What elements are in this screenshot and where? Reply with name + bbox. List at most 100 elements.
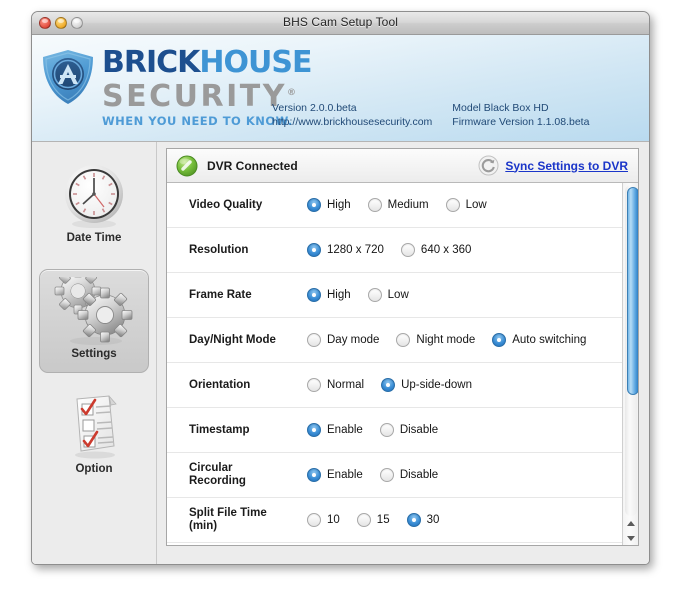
registered-mark: ® — [286, 88, 296, 98]
radio-button[interactable] — [307, 288, 321, 302]
radio-option[interactable]: Disable — [379, 423, 439, 437]
radio-button[interactable] — [356, 513, 371, 527]
scrollbar-track[interactable] — [625, 185, 638, 516]
settings-row-label: Day/Night Mode — [189, 333, 276, 346]
radio-option[interactable]: 10 — [307, 513, 340, 527]
settings-row-options: Day mode Night mode Auto switching — [307, 333, 603, 347]
settings-scrollbar[interactable] — [622, 183, 638, 545]
radio-option-label: Enable — [327, 424, 363, 436]
sidebar-item-date-time-label: Date Time — [66, 232, 122, 244]
radio-button[interactable] — [307, 243, 321, 257]
sidebar: Date Time Settings Option — [32, 142, 157, 564]
clock-icon — [39, 161, 149, 231]
green-status-led-icon — [176, 155, 198, 177]
radio-button[interactable] — [307, 468, 321, 482]
radio-button[interactable] — [307, 198, 321, 212]
dvr-status-text: DVR Connected — [207, 158, 298, 173]
radio-button[interactable] — [307, 513, 321, 527]
settings-row-label: Orientation — [189, 378, 251, 391]
checklist-icon — [39, 392, 149, 462]
radio-option[interactable]: High — [307, 198, 351, 212]
settings-rows-viewport: Video Quality High Medium Low Resolution 1280… — [167, 183, 638, 545]
radio-option-label: 640 x 360 — [420, 244, 472, 256]
radio-button[interactable] — [307, 378, 321, 392]
settings-row-options: Enable Disable — [307, 423, 455, 437]
radio-option[interactable]: Disable — [379, 468, 438, 482]
radio-option[interactable]: 30 — [406, 513, 440, 527]
settings-row-options: 1280 x 720 640 x 360 — [307, 243, 488, 257]
refresh-circle-icon[interactable] — [478, 155, 499, 176]
radio-option-label: 1280 x 720 — [327, 244, 384, 256]
settings-row-options: High Medium Low — [307, 198, 504, 212]
radio-option[interactable]: Up-side-down — [381, 378, 472, 392]
brand-house-text: HOUSE — [199, 45, 312, 80]
radio-button[interactable] — [406, 513, 421, 527]
radio-option[interactable]: 640 x 360 — [400, 243, 472, 257]
radio-option[interactable]: Enable — [307, 423, 363, 437]
settings-row: Frame Rate High Low — [167, 273, 622, 318]
radio-option-label: High — [327, 289, 351, 301]
radio-option-label: Up-side-down — [401, 379, 473, 391]
radio-button[interactable] — [367, 198, 382, 212]
radio-option-label: Normal — [327, 379, 365, 391]
radio-button[interactable] — [400, 243, 415, 257]
radio-option[interactable]: 15 — [356, 513, 390, 527]
radio-button[interactable] — [396, 333, 411, 347]
settings-row-options: Enable Disable — [307, 468, 455, 482]
settings-row: Timestamp Enable Disable — [167, 408, 622, 453]
sidebar-item-date-time[interactable]: Date Time — [39, 154, 149, 258]
radio-option[interactable]: Auto switching — [492, 333, 586, 347]
brand-meta-left: Version 2.0.0.beta http://www.brickhouse… — [272, 101, 432, 129]
radio-option-label: 30 — [426, 514, 440, 526]
settings-row: Resolution 1280 x 720 640 x 360 — [167, 228, 622, 273]
radio-option-label: Low — [465, 199, 487, 211]
sync-settings-to-dvr-link[interactable]: Sync Settings to DVR — [505, 159, 628, 173]
radio-option[interactable]: Enable — [307, 468, 363, 482]
radio-option-label: Day mode — [327, 334, 380, 346]
brand-security-text: SECURITY — [102, 79, 287, 114]
settings-rows-list: Video Quality High Medium Low Resolution 1280… — [167, 183, 622, 543]
scrollbar-arrows — [623, 516, 638, 545]
radio-button[interactable] — [367, 288, 382, 302]
radio-button[interactable] — [307, 423, 321, 437]
radio-option-label: Low — [387, 289, 409, 301]
scrollbar-thumb[interactable] — [627, 187, 638, 395]
settings-row: Orientation Normal Up-side-down — [167, 363, 622, 408]
sidebar-item-settings[interactable]: Settings — [39, 269, 149, 373]
radio-option[interactable]: Day mode — [307, 333, 379, 347]
settings-row: Circular Recording Enable Disable — [167, 453, 622, 498]
settings-row-options: High Low — [307, 288, 426, 302]
radio-option[interactable]: High — [307, 288, 351, 302]
settings-panel-box: DVR Connected Sync Settings to DVR Video… — [166, 148, 639, 546]
sidebar-item-option-label: Option — [75, 463, 113, 475]
firmware-version-text: Firmware Version 1.1.08.beta — [452, 116, 590, 128]
radio-option[interactable]: Low — [445, 198, 487, 212]
triangle-up-icon[interactable] — [623, 516, 638, 531]
window-titlebar[interactable]: BHS Cam Setup Tool — [32, 12, 649, 35]
radio-option[interactable]: Normal — [307, 378, 364, 392]
brand-name-line1: BRICKHOUSE — [102, 45, 312, 80]
brand-meta-right: Model Black Box HD Firmware Version 1.1.… — [452, 101, 589, 129]
triangle-down-icon[interactable] — [623, 531, 638, 545]
radio-option[interactable]: Low — [367, 288, 409, 302]
settings-row-label: Resolution — [189, 243, 249, 256]
radio-button[interactable] — [379, 423, 394, 437]
sidebar-item-settings-label: Settings — [71, 348, 117, 360]
radio-button[interactable] — [379, 468, 394, 482]
radio-button[interactable] — [492, 333, 507, 347]
settings-row-label-line: Circular — [189, 462, 233, 474]
sidebar-item-option[interactable]: Option — [39, 385, 149, 489]
settings-row-label: Timestamp — [189, 423, 250, 436]
radio-button[interactable] — [445, 198, 460, 212]
settings-row-label-line: (min) — [189, 520, 218, 532]
gears-icon — [40, 277, 148, 347]
radio-option[interactable]: Medium — [367, 198, 429, 212]
radio-button[interactable] — [381, 378, 396, 392]
brand-meta: Version 2.0.0.beta http://www.brickhouse… — [272, 101, 589, 129]
radio-option-label: Disable — [399, 424, 439, 436]
radio-option[interactable]: Night mode — [396, 333, 475, 347]
radio-option-label: High — [327, 199, 351, 211]
radio-option[interactable]: 1280 x 720 — [307, 243, 384, 257]
radio-button[interactable] — [307, 333, 321, 347]
settings-row-label: Split File Time (min) — [189, 507, 307, 533]
